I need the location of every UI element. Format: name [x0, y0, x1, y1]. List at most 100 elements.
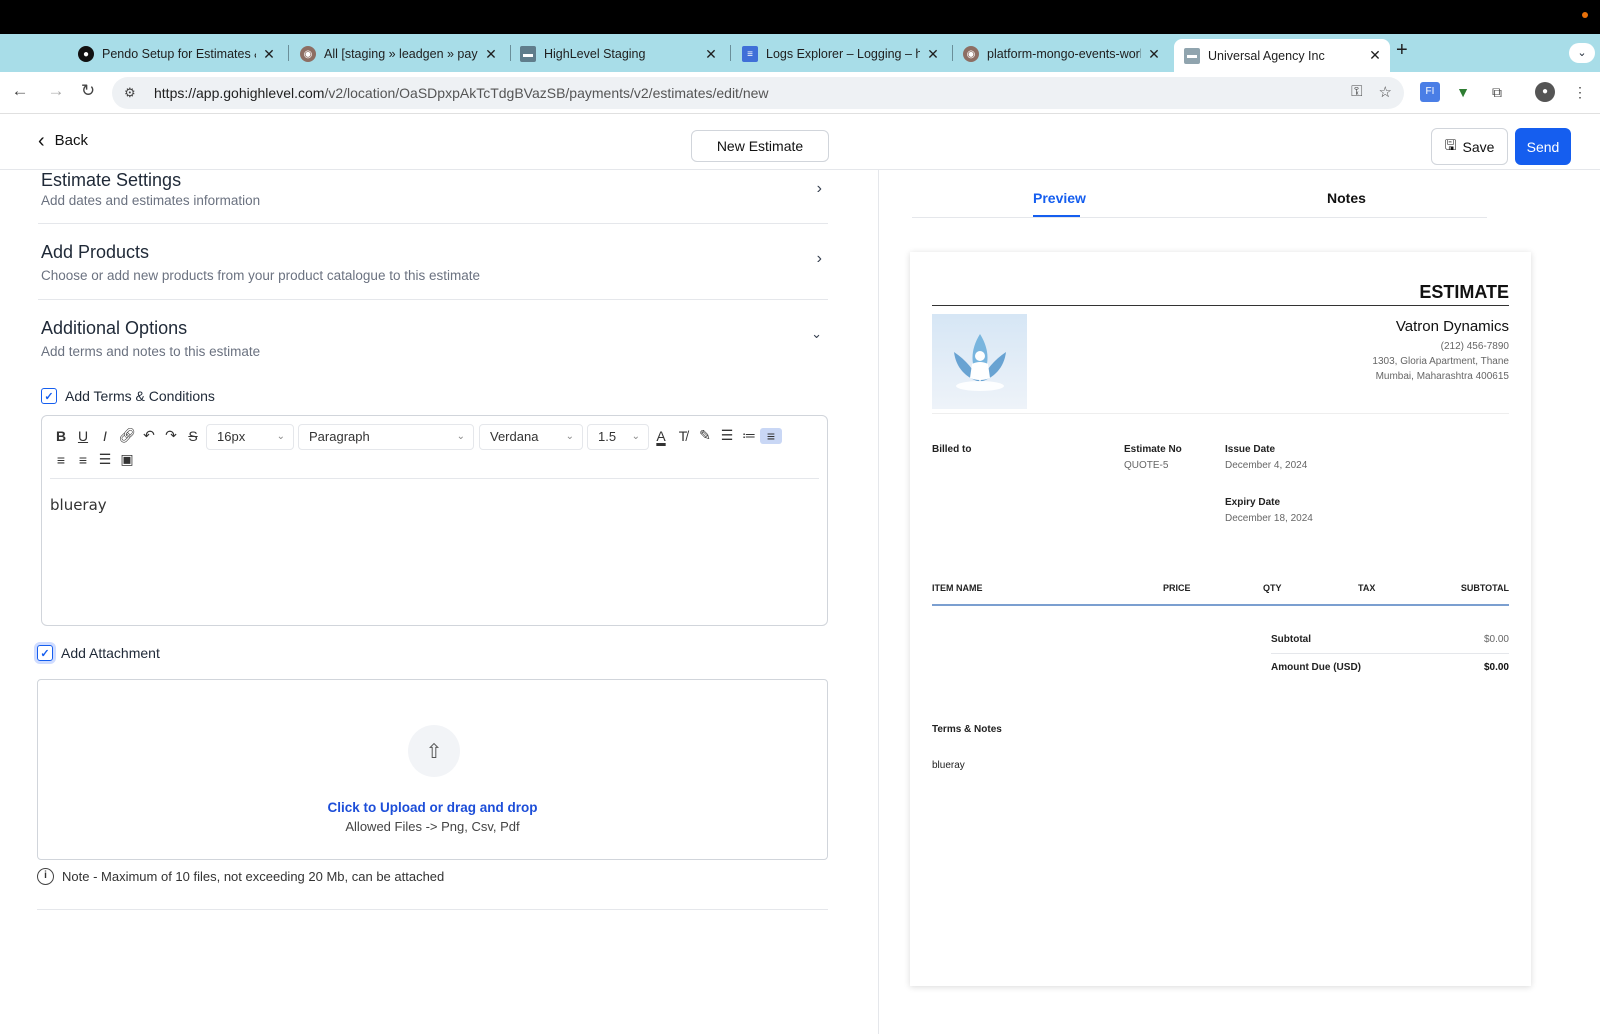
section-divider [37, 909, 828, 910]
browser-tab[interactable]: ≡ Logs Explorer – Logging – hig ✕ [732, 39, 948, 69]
save-button[interactable]: 🖫 Save [1431, 128, 1508, 165]
column-header: QTY [1263, 583, 1282, 593]
extension-icon[interactable]: FI [1420, 82, 1440, 102]
browser-tab-active[interactable]: ▬ Universal Agency Inc ✕ [1174, 39, 1390, 72]
chevron-down-icon[interactable]: ⌄ [1569, 43, 1595, 63]
align-justify-icon[interactable]: ☰ [94, 451, 116, 468]
system-top-bar [0, 0, 1600, 34]
reload-icon[interactable]: ↻ [76, 81, 100, 101]
highlight-icon[interactable]: ✎ [694, 427, 716, 444]
align-left-icon[interactable]: ≡ [760, 427, 782, 444]
attachment-note: i Note - Maximum of 10 files, not exceed… [37, 868, 444, 885]
expiry-date-label: Expiry Date [1225, 497, 1281, 508]
browser-tab[interactable]: ● Pendo Setup for Estimates & ✕ [68, 39, 284, 69]
underline-icon[interactable]: U [72, 428, 94, 444]
company-name: Vatron Dynamics [1395, 318, 1509, 335]
terms-checkbox-row[interactable]: ✓ Add Terms & Conditions [41, 388, 215, 404]
vue-devtools-icon[interactable]: ▼ [1453, 82, 1473, 102]
amount-due-value: $0.00 [1483, 662, 1509, 673]
clear-format-icon[interactable]: T̸ [672, 428, 694, 444]
send-button[interactable]: Send [1515, 128, 1571, 165]
terms-rich-text-editor[interactable]: B U I 🔗︎ ↶ ↷ S 16px ⌄ Paragraph ⌄ Verdana ⌄… [41, 415, 828, 626]
active-tab-indicator [1033, 215, 1080, 217]
align-center-icon[interactable]: ≡ [50, 452, 72, 468]
chevron-down-icon[interactable]: ⌄ [811, 326, 822, 342]
line-height-select[interactable]: 1.5 ⌄ [587, 424, 649, 450]
align-right-icon[interactable]: ≡ [72, 452, 94, 468]
chevron-down-icon: ⌄ [276, 431, 285, 442]
tab-preview[interactable]: Preview [1033, 190, 1086, 206]
text-color-icon[interactable]: A [650, 428, 672, 444]
company-address-line1: 1303, Gloria Apartment, Thane [1372, 356, 1509, 367]
block-type-select[interactable]: Paragraph ⌄ [298, 424, 474, 450]
undo-icon[interactable]: ↶ [138, 427, 160, 444]
url-path: /v2/location/OaSDpxpAkTcTdgBVazSB/paymen… [324, 85, 769, 101]
estimate-no-value: QUOTE-5 [1124, 460, 1169, 471]
browser-tab[interactable]: ▬ HighLevel Staging ✕ [510, 39, 726, 69]
bookmark-star-icon[interactable]: ☆ [1379, 83, 1392, 101]
editor-content[interactable]: blueray [50, 496, 107, 514]
estimate-preview-document: ESTIMATE Vatron Dynamics (212) 456-7890 … [910, 252, 1531, 986]
link-icon[interactable]: 🔗︎ [116, 427, 138, 444]
estimate-settings-section[interactable]: Estimate Settings Add dates and estimate… [38, 170, 828, 224]
close-icon[interactable]: ✕ [1366, 47, 1384, 64]
close-icon[interactable]: ✕ [924, 46, 942, 63]
terms-checkbox[interactable]: ✓ [41, 388, 57, 404]
subtotal-label: Subtotal [1271, 634, 1311, 645]
expiry-date-value: December 18, 2024 [1225, 513, 1313, 524]
browser-tab-strip: ● Pendo Setup for Estimates & ✕ ◉ All [s… [0, 34, 1600, 72]
attachment-checkbox[interactable]: ✓ [37, 645, 53, 661]
browser-tab[interactable]: ◉ platform-mongo-events-work ✕ [953, 39, 1169, 69]
file-upload-dropzone[interactable]: ⇧ Click to Upload or drag and drop Allow… [37, 679, 828, 860]
back-arrow-icon[interactable]: ← [8, 81, 32, 101]
estimate-name-field[interactable]: New Estimate [691, 130, 829, 162]
github-icon: ● [78, 46, 94, 62]
add-products-section[interactable]: Add Products Choose or add new products … [38, 224, 828, 300]
browser-tab[interactable]: ◉ All [staging » leadgen » paym ✕ [290, 39, 506, 69]
password-key-icon[interactable]: ⚿ [1351, 83, 1362, 101]
tab-title: Universal Agency Inc [1208, 48, 1325, 63]
profile-avatar[interactable]: ● [1535, 82, 1555, 102]
status-dot [1582, 12, 1588, 18]
extensions-puzzle-icon[interactable]: ⧉ [1487, 82, 1507, 102]
tab-title: Pendo Setup for Estimates & [102, 47, 256, 61]
italic-icon[interactable]: I [94, 428, 116, 444]
totals-rule [1271, 653, 1509, 654]
issue-date-label: Issue Date [1225, 444, 1276, 455]
address-bar[interactable]: ⚙ https://app.gohighlevel.com/v2/locatio… [112, 77, 1404, 109]
column-header: ITEM NAME [932, 583, 983, 593]
font-size-select[interactable]: 16px ⌄ [206, 424, 294, 450]
bold-icon[interactable]: B [50, 428, 72, 444]
chevron-right-icon[interactable]: › [817, 180, 822, 198]
browser-menu-icon[interactable]: ⋮ [1570, 82, 1590, 102]
numbered-list-icon[interactable]: ≔ [738, 427, 760, 444]
chevron-right-icon[interactable]: › [817, 250, 822, 268]
allowed-files-text: Allowed Files -> Png, Csv, Pdf [345, 819, 520, 834]
insert-image-icon[interactable]: ▣ [116, 451, 138, 468]
close-icon[interactable]: ✕ [260, 46, 278, 63]
strikethrough-icon[interactable]: S [182, 428, 204, 444]
url-host: https://app.gohighlevel.com [154, 85, 325, 101]
tab-title: Logs Explorer – Logging – hig [766, 47, 920, 61]
company-logo [932, 314, 1027, 409]
upload-link[interactable]: Click to Upload or drag and drop [38, 800, 827, 815]
forward-arrow-icon[interactable]: → [44, 81, 68, 101]
cloud-upload-icon[interactable]: ⇧ [408, 725, 460, 777]
bullet-list-icon[interactable]: ☰ [716, 427, 738, 444]
section-subtitle: Add dates and estimates information [41, 193, 261, 208]
new-tab-icon[interactable]: + [1396, 39, 1408, 62]
additional-options-section[interactable]: Additional Options Add terms and notes t… [38, 300, 828, 368]
tab-title: All [staging » leadgen » paym [324, 47, 478, 61]
redo-icon[interactable]: ↷ [160, 427, 182, 444]
close-icon[interactable]: ✕ [1145, 46, 1163, 63]
site-settings-icon[interactable]: ⚙ [124, 85, 140, 101]
terms-checkbox-label: Add Terms & Conditions [65, 388, 215, 404]
close-icon[interactable]: ✕ [702, 46, 720, 63]
attachment-checkbox-row[interactable]: ✓ Add Attachment [37, 645, 160, 661]
column-divider [878, 170, 879, 1034]
back-button[interactable]: ‹ Back [38, 131, 88, 151]
section-title: Add Products [41, 242, 150, 262]
close-icon[interactable]: ✕ [482, 46, 500, 63]
tab-notes[interactable]: Notes [1327, 190, 1366, 206]
font-family-select[interactable]: Verdana ⌄ [479, 424, 583, 450]
